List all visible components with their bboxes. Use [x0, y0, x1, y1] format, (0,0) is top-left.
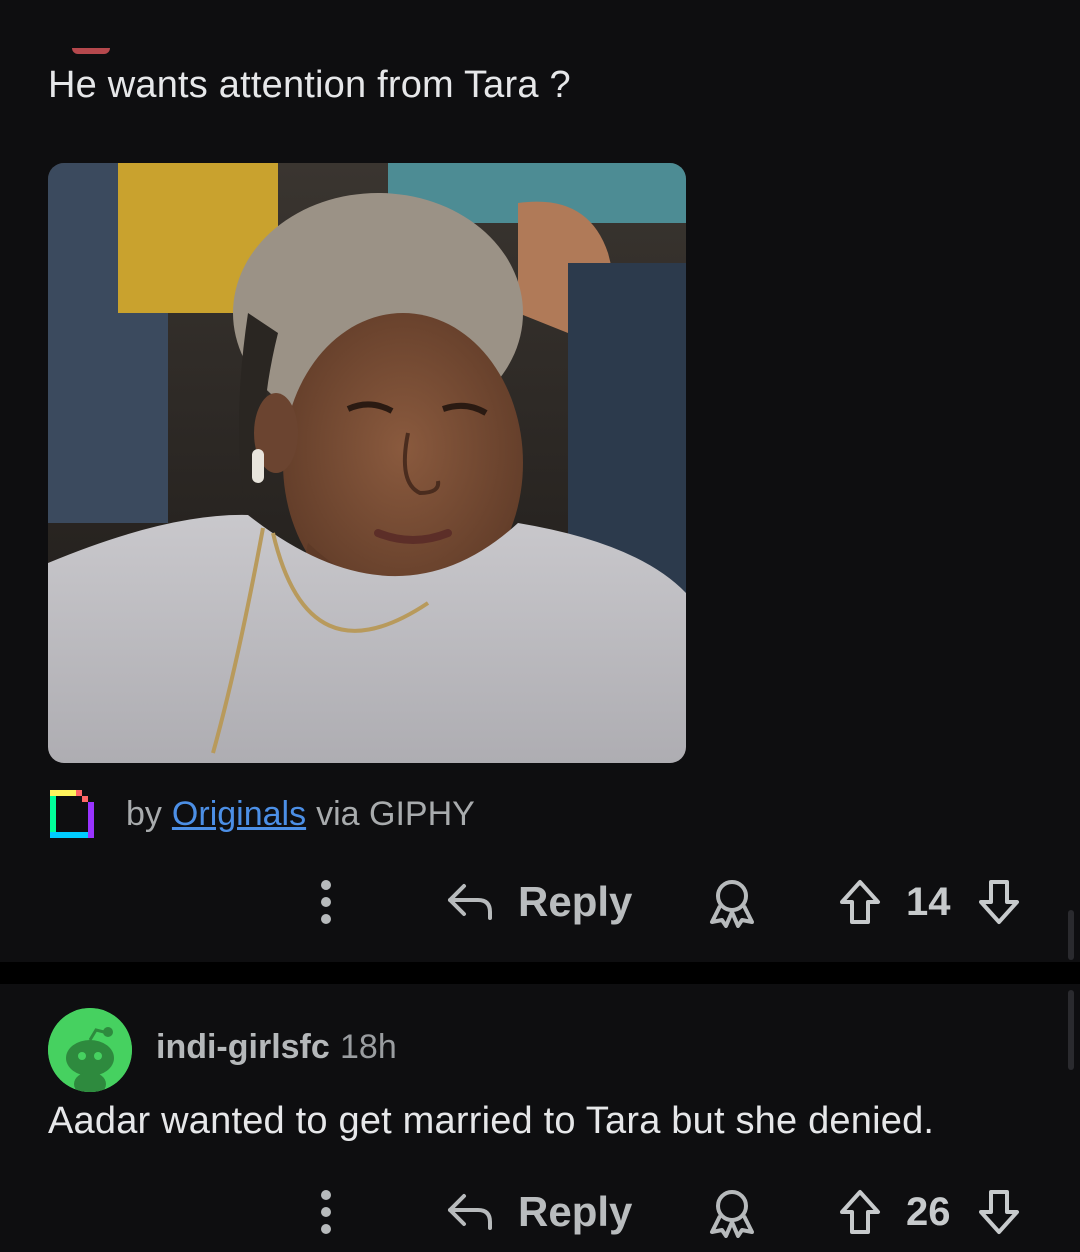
reply-arrow-icon — [448, 1194, 492, 1230]
gif-attribution: by Originals via GIPHY — [48, 788, 475, 840]
attribution-via: via GIPHY — [316, 794, 475, 833]
attribution-by: by — [126, 794, 162, 833]
giphy-logo — [50, 790, 94, 838]
award-icon — [710, 1190, 754, 1238]
reply-button[interactable]: Reply — [446, 874, 632, 930]
comment-text: Aadar wanted to get married to Tara but … — [48, 1100, 935, 1142]
comment-author[interactable]: indi-girlsfc — [156, 1028, 330, 1067]
gif-image[interactable] — [48, 163, 686, 763]
more-options-button[interactable] — [308, 874, 344, 930]
snoo-avatar — [48, 1008, 132, 1092]
upvote-icon[interactable] — [838, 1188, 882, 1236]
award-icon — [710, 880, 754, 928]
upvote-icon[interactable] — [838, 878, 882, 926]
thread-divider — [0, 962, 1080, 984]
reply-label: Reply — [518, 878, 633, 925]
comment-timestamp: 18h — [340, 1028, 397, 1066]
downvote-icon[interactable] — [977, 878, 1021, 926]
more-vertical-icon — [321, 1190, 331, 1234]
more-vertical-icon — [321, 880, 331, 924]
gif-source-link[interactable]: Originals — [172, 795, 306, 834]
previous-comment-edge — [72, 48, 110, 54]
scrollbar[interactable] — [1068, 910, 1074, 960]
reply-button[interactable]: Reply — [446, 1184, 632, 1240]
scrollbar[interactable] — [1068, 990, 1074, 1070]
vote-controls: 26 — [838, 1184, 1021, 1240]
comment-actions: Reply 14 — [0, 862, 1080, 942]
vote-score: 14 — [906, 879, 951, 924]
vote-controls: 14 — [838, 874, 1021, 930]
avatar[interactable] — [48, 1008, 132, 1092]
reply-arrow-icon — [448, 884, 492, 920]
vote-score: 26 — [906, 1189, 951, 1234]
comment-text: He wants attention from Tara ? — [48, 64, 571, 106]
comment-actions: Reply 26 — [0, 1172, 1080, 1252]
award-button[interactable] — [706, 876, 758, 928]
award-button[interactable] — [706, 1186, 758, 1238]
more-options-button[interactable] — [308, 1184, 344, 1240]
reply-label: Reply — [518, 1188, 633, 1235]
downvote-icon[interactable] — [977, 1188, 1021, 1236]
